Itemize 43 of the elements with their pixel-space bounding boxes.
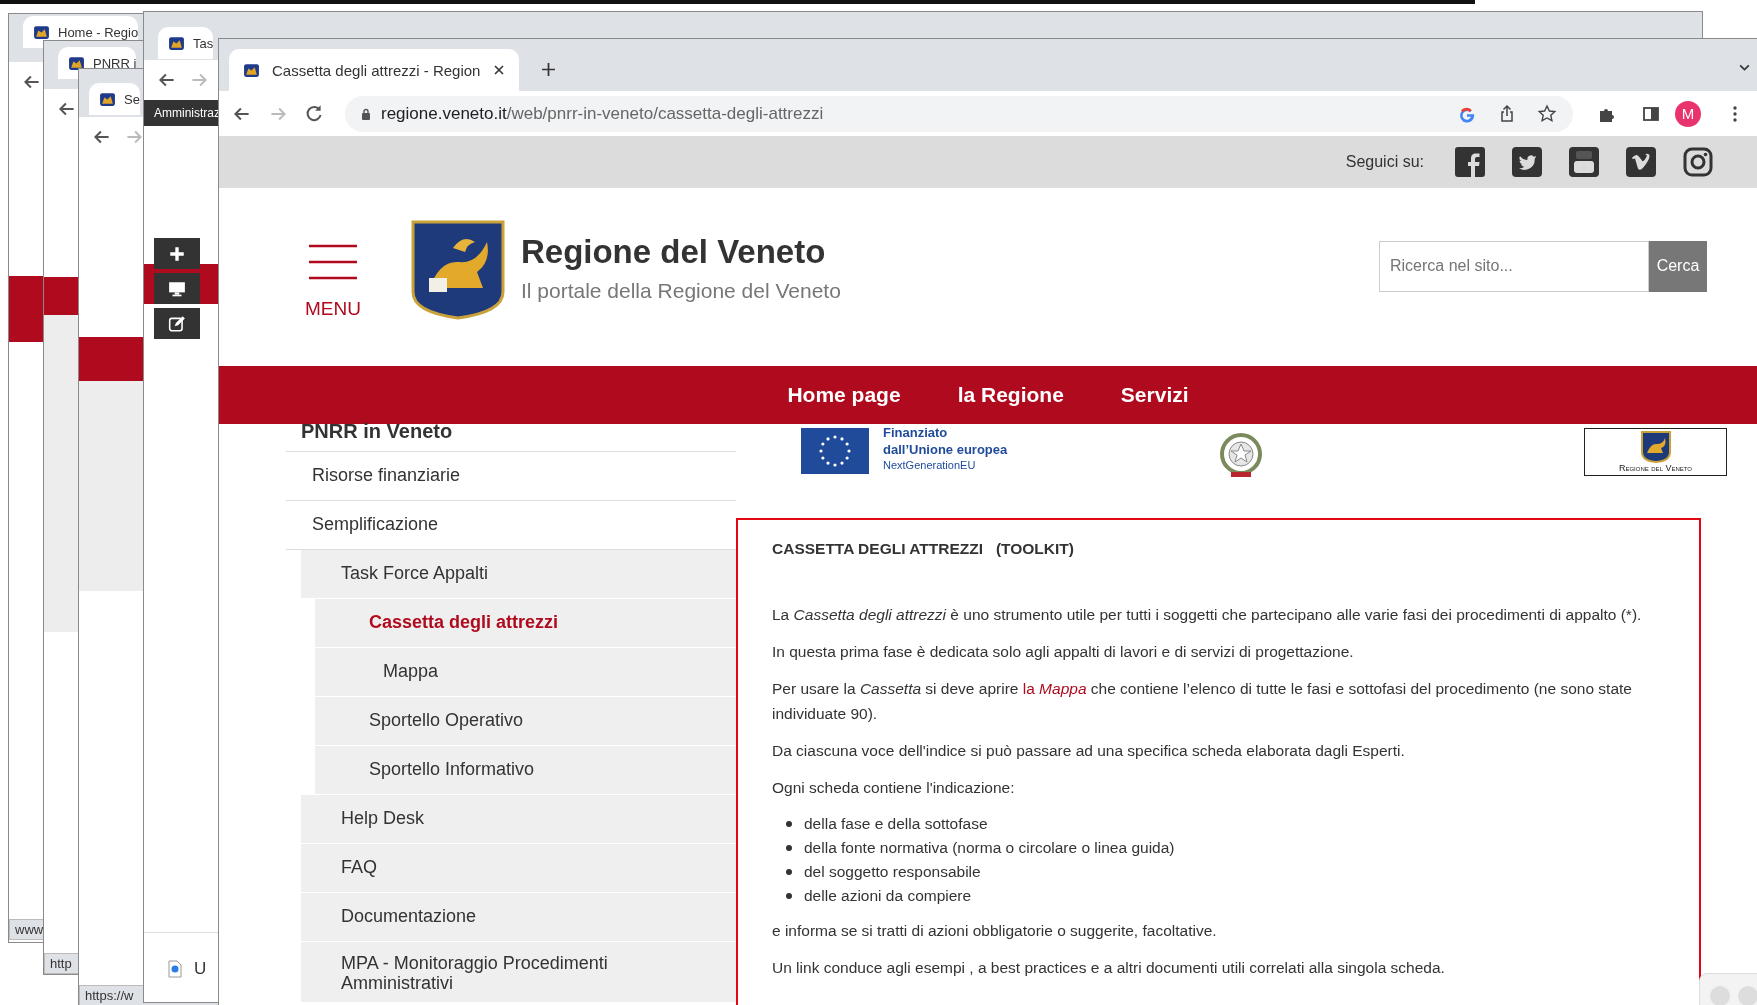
eu-funding-text: dall’Unione europea: [883, 441, 1008, 458]
follow-label: Seguici su:: [1345, 153, 1424, 171]
menu-button[interactable]: MENU: [305, 244, 361, 320]
profile-avatar[interactable]: M: [1675, 100, 1701, 127]
list-item: del soggetto responsabile: [804, 862, 981, 882]
eu-funding-text: Finanziato: [883, 424, 949, 441]
site-subtitle: Il portale della Regione del Veneto: [520, 279, 841, 303]
address-bar[interactable]: regione.veneto.it/web/pnrr-in-veneto/cassetta-degli-attrezzi: [345, 95, 1573, 132]
paragraph: Un link conduce agli esempi , a best practices e a altri documenti utili correlati alla singola scheda.: [772, 958, 1446, 978]
nav-link[interactable]: Home page: [787, 383, 901, 407]
nav-link[interactable]: la Regione: [957, 383, 1064, 407]
sidebar-item[interactable]: Help Desk: [301, 795, 736, 844]
article-title: CASSETTA DEGLI ATTREZZI (TOOLKIT): [772, 540, 1075, 558]
sidebar-item[interactable]: Cassetta degli attrezzi: [315, 599, 736, 648]
url-text: regione.veneto.it/web/pnrr-in-veneto/cassetta-degli-attrezzi: [381, 103, 824, 124]
sidebar-item[interactable]: Sportello Informativo: [315, 746, 736, 795]
sidebar-item[interactable]: Task Force Appalti: [301, 550, 736, 599]
sidebar-item[interactable]: Documentazione: [301, 893, 736, 942]
paragraph: Per usare la Cassetta si deve aprire la Mappa che contiene l’elenco di tutte le fasi e sottofasi del procedimento (ne sono state individuate 90).: [772, 679, 1633, 724]
paragraph: Ogni scheda contiene l'indicazione:: [772, 778, 1016, 798]
site-title[interactable]: Regione del Veneto: [520, 233, 841, 271]
sidebar-item[interactable]: Sportello Operativo: [315, 697, 736, 746]
search-field[interactable]: Ricerca nel sito...: [1379, 240, 1649, 292]
list-item: della fonte normativa (norma o circolare o linea guida): [804, 838, 1175, 858]
eu-program-text: NextGenerationEU: [883, 458, 977, 473]
list-item: delle azioni da compiere: [804, 886, 972, 906]
nav-link[interactable]: Servizi: [1120, 383, 1189, 407]
download-name: U: [194, 959, 207, 979]
list-item: della fase e della sottofase: [804, 814, 988, 834]
browser-tab[interactable]: Cassetta degli attrezzi - Region: [229, 49, 519, 91]
sidebar-item[interactable]: FAQ: [301, 844, 736, 893]
search-button[interactable]: Cerca: [1649, 240, 1707, 292]
map-link[interactable]: la Mappa: [1022, 680, 1087, 697]
region-logo-caption: Regione del Veneto: [1618, 463, 1693, 473]
paragraph: e informa se si tratti di azioni obbligatorie o suggerite, facoltative.: [772, 921, 1218, 941]
paragraph: Da ciascuna voce dell'indice si può passare ad una specifica scheda elaborata dagli Esperti.: [772, 741, 1406, 761]
banner-text: Amministraz: [154, 106, 220, 120]
browser-tab[interactable]: Tas: [158, 27, 214, 59]
browser-tab[interactable]: Se: [89, 83, 140, 115]
paragraph: La Cassetta degli attrezzi è uno strumento utile per tutti i soggetti che partecipano alle varie fasi dei procedimenti di appalto (*).: [772, 605, 1643, 625]
sidebar-item[interactable]: MPA - Monitoraggio Procedimenti Amministrativi: [301, 942, 736, 1003]
paragraph: In questa prima fase è dedicata solo agli appalti di lavori e di servizi di progettazione.: [772, 642, 1355, 662]
sidebar-item[interactable]: Mappa: [315, 648, 736, 697]
